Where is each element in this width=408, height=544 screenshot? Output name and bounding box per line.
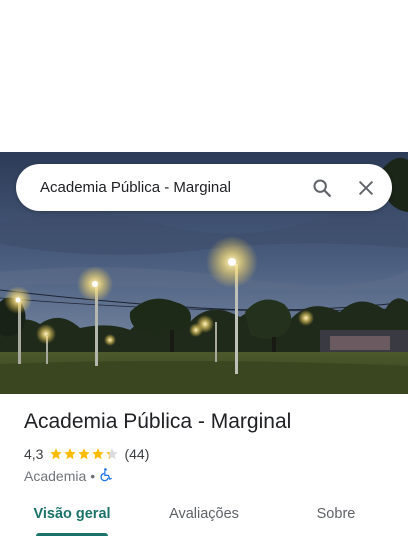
tab-reviews[interactable]: Avaliações bbox=[152, 494, 256, 534]
star-icon bbox=[92, 448, 105, 460]
place-info: Academia Pública - Marginal 4,3 (44) Aca… bbox=[24, 406, 392, 486]
search-input[interactable]: Academia Pública - Marginal bbox=[40, 179, 302, 196]
active-tab-indicator bbox=[36, 533, 108, 536]
tab-overview[interactable]: Visão geral bbox=[24, 494, 120, 534]
star-icon bbox=[64, 448, 77, 460]
review-count: (44) bbox=[124, 446, 150, 462]
rating-row[interactable]: 4,3 (44) bbox=[24, 444, 392, 464]
star-icon bbox=[50, 448, 63, 460]
search-button[interactable] bbox=[302, 168, 342, 208]
place-category: Academia bbox=[24, 468, 87, 484]
search-bar[interactable]: Academia Pública - Marginal bbox=[16, 164, 392, 211]
place-title: Academia Pública - Marginal bbox=[24, 410, 292, 433]
blank-area bbox=[0, 0, 408, 152]
close-icon bbox=[359, 180, 373, 195]
star-icon bbox=[106, 448, 119, 460]
separator-dot: • bbox=[90, 468, 96, 484]
close-button[interactable] bbox=[346, 168, 386, 208]
rating-value: 4,3 bbox=[24, 446, 44, 462]
rating-stars bbox=[49, 447, 119, 461]
star-icon bbox=[78, 448, 91, 460]
wheelchair-icon bbox=[99, 467, 113, 485]
category-row: Academia • bbox=[24, 466, 392, 486]
search-icon bbox=[313, 178, 331, 197]
tab-about[interactable]: Sobre bbox=[296, 494, 376, 534]
tab-bar: Visão geral Avaliações Sobre bbox=[0, 494, 408, 544]
